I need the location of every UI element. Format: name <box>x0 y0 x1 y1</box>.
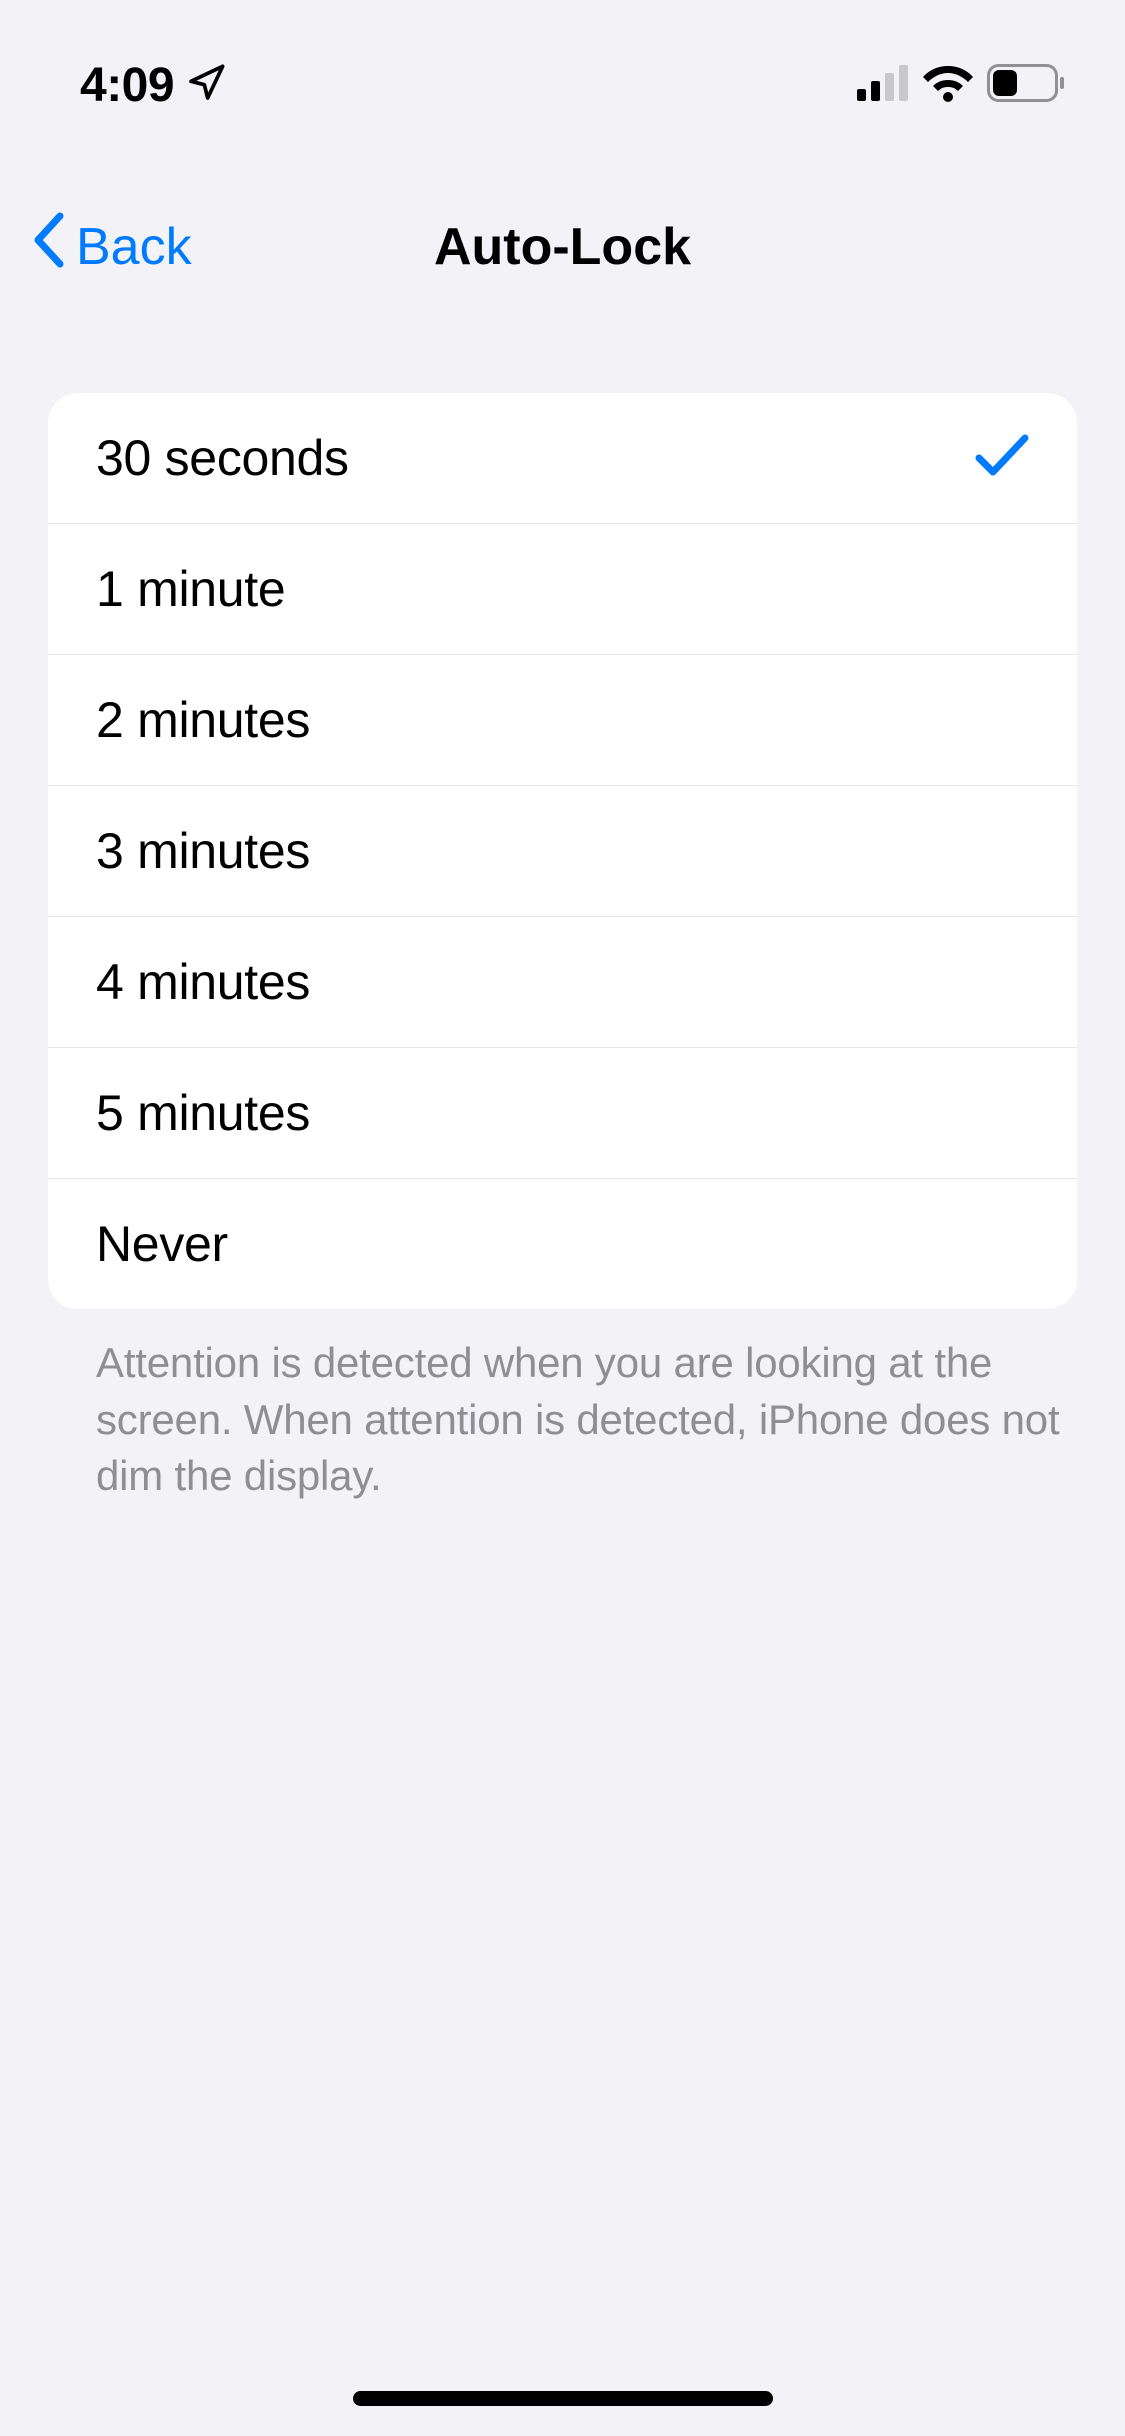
status-left: 4:09 <box>80 58 226 113</box>
wifi-icon <box>923 64 973 107</box>
location-icon <box>186 63 226 108</box>
option-label: 1 minute <box>96 560 285 618</box>
home-indicator[interactable] <box>353 2391 773 2406</box>
status-time: 4:09 <box>80 58 174 113</box>
chevron-left-icon <box>30 210 70 283</box>
option-label: 2 minutes <box>96 691 310 749</box>
options-list: 30 seconds 1 minute 2 minutes 3 minutes … <box>48 393 1077 1309</box>
option-label: 4 minutes <box>96 953 310 1011</box>
option-label: 3 minutes <box>96 822 310 880</box>
status-bar: 4:09 <box>0 0 1125 130</box>
footer-description: Attention is detected when you are looki… <box>0 1309 1125 1505</box>
battery-icon <box>987 64 1065 107</box>
option-5-minutes[interactable]: 5 minutes <box>48 1048 1077 1179</box>
nav-bar: Back Auto-Lock <box>0 130 1125 333</box>
status-right <box>857 64 1065 107</box>
back-button[interactable]: Back <box>30 210 192 283</box>
option-3-minutes[interactable]: 3 minutes <box>48 786 1077 917</box>
option-4-minutes[interactable]: 4 minutes <box>48 917 1077 1048</box>
option-label: 30 seconds <box>96 429 349 487</box>
checkmark-icon <box>975 432 1029 485</box>
page-title: Auto-Lock <box>434 217 691 277</box>
option-1-minute[interactable]: 1 minute <box>48 524 1077 655</box>
option-label: 5 minutes <box>96 1084 310 1142</box>
cellular-icon <box>857 65 909 106</box>
option-2-minutes[interactable]: 2 minutes <box>48 655 1077 786</box>
back-label: Back <box>76 217 192 277</box>
option-never[interactable]: Never <box>48 1179 1077 1309</box>
option-30-seconds[interactable]: 30 seconds <box>48 393 1077 524</box>
option-label: Never <box>96 1215 228 1273</box>
